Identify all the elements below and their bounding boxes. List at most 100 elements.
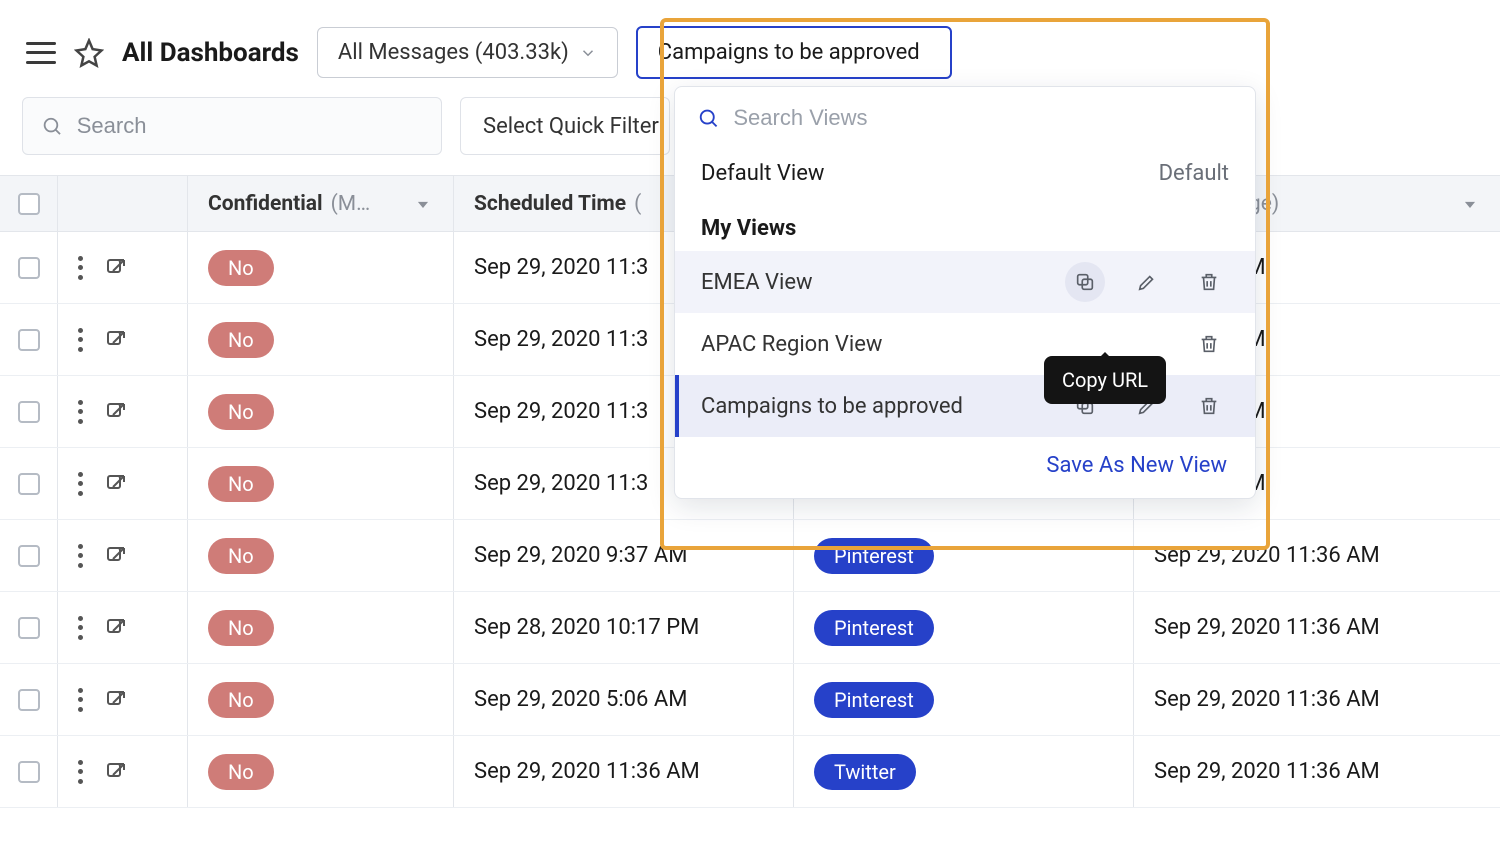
delete-button[interactable] — [1189, 324, 1229, 364]
quick-filter-label: Select Quick Filter — [483, 114, 659, 139]
row-actions-cell — [58, 736, 188, 807]
row-menu-icon[interactable] — [78, 760, 84, 784]
view-row-campaigns-approved[interactable]: Campaigns to be approved — [675, 375, 1255, 437]
row-checkbox-cell — [0, 304, 58, 375]
row-checkbox[interactable] — [18, 329, 40, 351]
table-row: NoSep 28, 2020 10:17 PMPinterestSep 29, … — [0, 592, 1500, 664]
row-menu-icon[interactable] — [78, 688, 84, 712]
pill-no: No — [208, 394, 274, 430]
delete-button[interactable] — [1189, 386, 1229, 426]
view-selector-label: Campaigns to be approved — [658, 40, 920, 65]
pill-no: No — [208, 538, 274, 574]
select-all-checkbox[interactable] — [18, 193, 40, 215]
row-actions-cell — [58, 592, 188, 663]
row-menu-icon[interactable] — [78, 472, 84, 496]
cell-scheduled-time: Sep 28, 2020 10:17 PM — [454, 592, 794, 663]
row-checkbox[interactable] — [18, 545, 40, 567]
copy-url-button[interactable] — [1065, 262, 1105, 302]
cell-scheduled-time: Sep 29, 2020 5:06 AM — [454, 664, 794, 735]
row-menu-icon[interactable] — [78, 400, 84, 424]
row-checkbox[interactable] — [18, 401, 40, 423]
row-checkbox-cell — [0, 736, 58, 807]
row-menu-icon[interactable] — [78, 256, 84, 280]
row-checkbox-cell — [0, 376, 58, 447]
views-popover-footer: Save As New View — [675, 437, 1255, 492]
default-view-label: Default View — [701, 161, 824, 186]
trash-icon — [1198, 333, 1220, 355]
row-checkbox-cell — [0, 592, 58, 663]
table-row: NoSep 29, 2020 11:36 AMTwitterSep 29, 20… — [0, 736, 1500, 808]
select-all-cell — [0, 176, 58, 231]
pill-no: No — [208, 754, 274, 790]
row-menu-icon[interactable] — [78, 616, 84, 640]
cell-scheduled-time: Sep 29, 2020 11:36 AM — [454, 736, 794, 807]
view-selector-dropdown[interactable]: Campaigns to be approved — [636, 26, 952, 79]
row-actions-cell — [58, 376, 188, 447]
open-icon[interactable] — [104, 400, 128, 424]
view-row-emea[interactable]: EMEA View — [675, 251, 1255, 313]
cell-confidential: No — [188, 376, 454, 447]
hamburger-menu-icon[interactable] — [26, 42, 56, 64]
default-badge: Default — [1159, 161, 1229, 186]
views-search-row — [675, 87, 1255, 145]
messages-filter-dropdown[interactable]: All Messages (403.33k) — [317, 27, 618, 78]
trash-icon — [1198, 395, 1220, 417]
search-icon — [41, 114, 63, 138]
search-icon — [697, 106, 719, 130]
quick-filter-dropdown[interactable]: Select Quick Filter — [460, 97, 670, 155]
row-actions-cell — [58, 664, 188, 735]
default-view-row[interactable]: Default View Default — [675, 145, 1255, 202]
open-icon[interactable] — [104, 256, 128, 280]
open-icon[interactable] — [104, 760, 128, 784]
delete-button[interactable] — [1189, 262, 1229, 302]
open-icon[interactable] — [104, 328, 128, 352]
row-checkbox[interactable] — [18, 617, 40, 639]
sort-caret-icon[interactable] — [1460, 194, 1480, 214]
row-checkbox[interactable] — [18, 761, 40, 783]
row-checkbox[interactable] — [18, 473, 40, 495]
save-as-new-view-link[interactable]: Save As New View — [1046, 453, 1227, 478]
copy-icon — [1074, 271, 1096, 293]
cell-last: Sep 29, 2020 11:36 AM — [1134, 592, 1500, 663]
view-row-apac[interactable]: APAC Region View — [675, 313, 1255, 375]
table-row: No Sep 29, 2020 9:37 AM Pinterest Sep 29, 2… — [0, 520, 1500, 592]
open-icon[interactable] — [104, 616, 128, 640]
search-box[interactable] — [22, 97, 442, 155]
row-menu-icon[interactable] — [78, 544, 84, 568]
star-icon[interactable] — [74, 38, 104, 68]
cell-channel: Twitter — [794, 736, 1134, 807]
cell-scheduled-time: Sep 29, 2020 9:37 AM — [454, 520, 794, 591]
row-checkbox[interactable] — [18, 689, 40, 711]
pill-channel: Pinterest — [814, 610, 934, 646]
row-actions-cell — [58, 304, 188, 375]
cell-confidential: No — [188, 664, 454, 735]
pill-no: No — [208, 250, 274, 286]
open-icon[interactable] — [104, 472, 128, 496]
trash-icon — [1198, 271, 1220, 293]
column-confidential[interactable]: Confidential (M… — [188, 176, 454, 231]
open-icon[interactable] — [104, 688, 128, 712]
cell-last: Sep 29, 2020 11:36 AM — [1134, 520, 1500, 591]
page-title: All Dashboards — [122, 38, 299, 68]
actions-header — [58, 176, 188, 231]
views-search-input[interactable] — [733, 105, 1233, 131]
cell-confidential: No — [188, 448, 454, 519]
row-actions-cell — [58, 520, 188, 591]
pill-no: No — [208, 466, 274, 502]
pill-no: No — [208, 322, 274, 358]
edit-button[interactable] — [1127, 262, 1167, 302]
cell-confidential: No — [188, 232, 454, 303]
sort-caret-icon[interactable] — [413, 194, 433, 214]
search-input[interactable] — [77, 113, 423, 139]
row-checkbox-cell — [0, 448, 58, 519]
cell-channel: Pinterest — [794, 592, 1134, 663]
pill-channel: Pinterest — [814, 682, 934, 718]
top-bar: All Dashboards All Messages (403.33k) Ca… — [0, 0, 1500, 97]
pill-channel: Pinterest — [814, 538, 934, 574]
row-checkbox-cell — [0, 520, 58, 591]
pill-no: No — [208, 682, 274, 718]
row-actions-cell — [58, 232, 188, 303]
open-icon[interactable] — [104, 544, 128, 568]
row-menu-icon[interactable] — [78, 328, 84, 352]
row-checkbox[interactable] — [18, 257, 40, 279]
